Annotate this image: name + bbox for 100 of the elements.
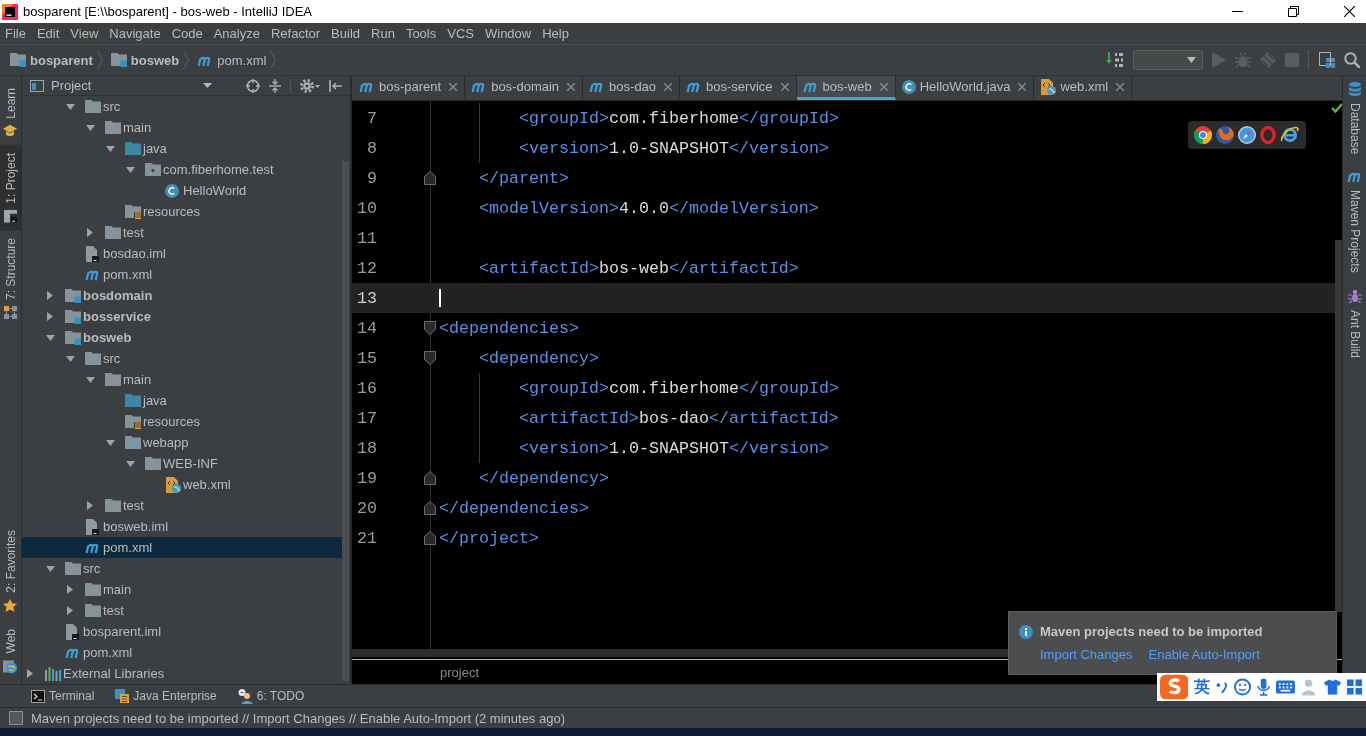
caret-down-icon[interactable] <box>45 334 55 341</box>
fold-marker-icon[interactable] <box>424 171 436 185</box>
tree-item[interactable]: java <box>22 138 342 159</box>
tree-item[interactable]: pom.xml <box>22 537 342 558</box>
project-structure-icon[interactable] <box>1319 52 1335 68</box>
caret-down-icon[interactable] <box>45 565 55 572</box>
editor-tab[interactable]: bos-service <box>680 76 797 100</box>
tree-item[interactable]: bosdao.iml <box>22 243 342 264</box>
target-icon[interactable] <box>246 78 260 93</box>
menu-item[interactable]: Window <box>479 24 537 43</box>
caret-right-icon[interactable] <box>67 585 73 594</box>
tree-item[interactable]: bosdomain <box>22 285 342 306</box>
tree-item[interactable]: main <box>22 117 342 138</box>
binary-download-icon[interactable] <box>1106 52 1124 68</box>
menu-item[interactable]: Run <box>366 24 400 43</box>
tree-item[interactable]: pom.xml <box>22 642 342 663</box>
tool-window-tab[interactable]: Maven Projects <box>1346 166 1363 278</box>
tree-item[interactable]: webapp <box>22 432 342 453</box>
caret-right-icon[interactable] <box>47 312 53 321</box>
menu-item[interactable]: Build <box>326 24 365 43</box>
breadcrumb-item[interactable]: pom.xml <box>195 52 269 68</box>
tree-item[interactable]: bosweb <box>22 327 342 348</box>
tree-item[interactable]: web.xml <box>22 474 342 495</box>
tree-item[interactable]: src <box>22 348 342 369</box>
collapse-all-icon[interactable] <box>269 78 281 93</box>
fold-marker-icon[interactable] <box>424 351 436 365</box>
tree-item[interactable]: test <box>22 495 342 516</box>
grid-icon[interactable] <box>1346 679 1362 695</box>
scrollbar-thumb[interactable] <box>342 161 349 681</box>
tree-item[interactable]: HelloWorld <box>22 180 342 201</box>
punctuation-icon[interactable] <box>1216 680 1228 694</box>
caret-down-icon[interactable] <box>125 460 135 467</box>
tree-item[interactable]: bosparent.iml <box>22 621 342 642</box>
caret-down-icon[interactable] <box>85 376 95 383</box>
close-icon[interactable] <box>1344 6 1355 17</box>
tree-item[interactable]: pom.xml <box>22 264 342 285</box>
tool-window-tab[interactable]: 2: Favorites <box>0 521 21 621</box>
menu-item[interactable]: VCS <box>442 24 479 43</box>
menu-item[interactable]: Tools <box>400 24 442 43</box>
tool-window-button[interactable]: 6: TODO <box>229 688 313 704</box>
tree-item[interactable]: main <box>22 369 342 390</box>
menu-item[interactable]: Edit <box>31 24 65 43</box>
caret-right-icon[interactable] <box>87 501 93 510</box>
tricolor-circle-icon[interactable] <box>1194 126 1212 144</box>
tool-window-tab[interactable]: Web <box>0 620 21 681</box>
breadcrumb-item[interactable]: bosweb <box>108 52 182 68</box>
tree-item[interactable]: java <box>22 390 342 411</box>
editor-breadcrumb[interactable]: project <box>440 664 480 680</box>
caret-right-icon[interactable] <box>87 228 93 237</box>
tool-window-tab[interactable]: Database <box>1347 78 1362 159</box>
microphone-icon[interactable] <box>1256 678 1270 696</box>
compass-icon[interactable] <box>1238 126 1256 144</box>
gear-icon[interactable] <box>300 78 320 93</box>
tree-item[interactable]: test <box>22 222 342 243</box>
caret-down-icon[interactable] <box>125 166 135 173</box>
orbit-icon[interactable] <box>1280 126 1300 144</box>
menu-item[interactable]: View <box>65 24 104 43</box>
caret-down-icon[interactable] <box>65 103 75 110</box>
menu-item[interactable]: Navigate <box>104 24 166 43</box>
fold-marker-icon[interactable] <box>424 471 436 485</box>
fold-marker-icon[interactable] <box>424 531 436 545</box>
caret-right-icon[interactable] <box>47 291 53 300</box>
caret-down-icon[interactable] <box>105 439 115 446</box>
search-icon[interactable] <box>1344 52 1360 68</box>
editor-tab[interactable]: HelloWorld.java <box>895 76 1035 100</box>
tree-item[interactable]: WEB-INF <box>22 453 342 474</box>
restore-icon[interactable] <box>1288 6 1299 17</box>
menu-item[interactable]: Code <box>166 24 208 43</box>
tree-item[interactable]: src <box>22 558 342 579</box>
fold-marker-icon[interactable] <box>424 501 436 515</box>
menu-item[interactable]: Analyze <box>208 24 265 43</box>
tree-item[interactable]: resources <box>22 411 342 432</box>
tree-item[interactable]: External Libraries <box>22 663 342 684</box>
notification-link[interactable]: Import Changes <box>1040 647 1133 662</box>
tool-window-tab[interactable]: Learn <box>0 80 21 145</box>
editor-tab[interactable]: bos-web <box>796 76 896 100</box>
editor-tab[interactable]: bos-domain <box>465 76 584 100</box>
scrollbar-thumb[interactable] <box>352 649 1008 657</box>
tool-window-tab[interactable]: 1: Project <box>0 144 21 231</box>
tree-item[interactable]: src <box>22 96 342 117</box>
keyboard-icon[interactable] <box>1275 680 1295 694</box>
menu-item[interactable]: Refactor <box>265 24 326 43</box>
menu-item[interactable]: Help <box>537 24 574 43</box>
fold-marker-icon[interactable] <box>424 321 436 335</box>
editor-tab[interactable]: bos-parent <box>353 76 466 100</box>
caret-down-icon[interactable] <box>85 124 95 131</box>
hide-panel-icon[interactable] <box>329 79 342 92</box>
tree-item[interactable]: com.fiberhome.test <box>22 159 342 180</box>
tree-item[interactable]: main <box>22 579 342 600</box>
notification-link[interactable]: Enable Auto-Import <box>1148 647 1260 662</box>
smiley-icon[interactable] <box>1233 678 1251 696</box>
tree-item[interactable]: bosweb.iml <box>22 516 342 537</box>
tool-window-tab[interactable]: Ant Build <box>1347 285 1362 363</box>
view-selector[interactable]: Project <box>30 78 212 93</box>
s-logo-icon[interactable] <box>1160 674 1189 700</box>
editor-tab[interactable]: web.xml <box>1034 76 1133 100</box>
shirt-icon[interactable] <box>1323 679 1341 695</box>
fox-globe-icon[interactable] <box>1216 126 1234 144</box>
input-mode-toggle[interactable]: 英 <box>1194 676 1211 698</box>
caret-right-icon[interactable] <box>27 669 33 678</box>
